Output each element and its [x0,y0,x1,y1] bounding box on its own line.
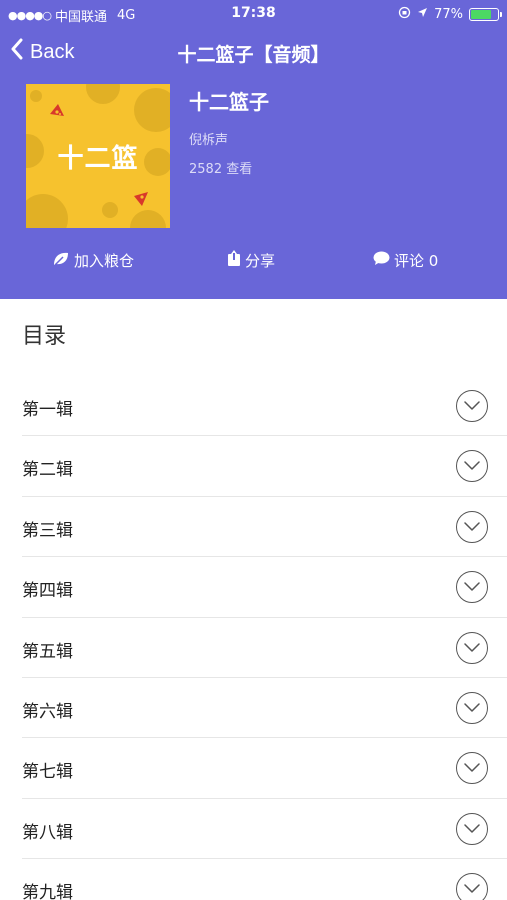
cover-decoration [30,90,42,102]
back-label: Back [30,40,75,63]
navigation-bar: Back 十二篮子【音频】 [0,28,507,76]
catalog-item-label: 第一辑 [22,400,73,420]
expand-chevron-icon[interactable] [456,571,488,604]
cheese-slice-icon [50,104,64,116]
battery-level [471,10,492,19]
status-bar: ●●●●○ 中国联通 4G 17:38 77% [0,0,507,28]
view-count: 2582 查看 [189,162,253,177]
catalog-list: 第一辑第二辑第三辑第四辑第五辑第六辑第七辑第八辑第九辑 [22,376,507,900]
catalog-item-label: 第四辑 [22,581,73,602]
catalog-item-label: 第九辑 [22,883,73,900]
catalog-item-label: 第六辑 [22,701,73,722]
expand-chevron-icon[interactable] [456,873,488,900]
catalog-item[interactable]: 第一辑 [22,376,507,437]
cheese-slice-icon [134,192,148,206]
album-author: 倪柝声 [189,133,229,148]
status-right: 77% [398,6,502,23]
catalog-item-label: 第八辑 [22,822,73,843]
cover-title: 十二篮 [57,144,139,174]
add-to-granary-button[interactable]: 加入粮仓 [52,250,134,271]
catalog-item[interactable]: 第三辑 [22,497,507,558]
action-bar: 加入粮仓 分享 评论 0 [0,250,507,286]
comment-label: 评论 0 [394,252,439,270]
rotation-lock-icon [398,6,411,23]
chevron-left-icon [10,38,24,66]
cover-decoration [130,210,166,228]
catalog-item-label: 第五辑 [22,641,73,662]
expand-chevron-icon[interactable] [456,450,488,483]
comment-bubble-icon [373,251,390,270]
expand-chevron-icon[interactable] [456,812,488,845]
share-label: 分享 [245,252,276,270]
comment-button[interactable]: 评论 0 [373,250,438,271]
expand-chevron-icon[interactable] [456,390,488,422]
catalog-item[interactable]: 第七辑 [22,738,507,799]
expand-chevron-icon[interactable] [456,631,488,664]
album-cover: 十二篮 [26,84,170,228]
page-title: 十二篮子【音频】 [177,44,330,66]
catalog-item-label: 第二辑 [22,460,73,481]
catalog-title: 目录 [22,324,67,349]
catalog-item-label: 第七辑 [22,762,73,783]
album-header: ●●●●○ 中国联通 4G 17:38 77% Back 十二篮子【音频】 十二… [0,0,507,299]
cover-decoration [102,202,118,218]
cover-decoration [134,88,170,132]
expand-chevron-icon[interactable] [456,510,488,543]
cover-decoration [86,84,120,104]
back-button[interactable]: Back [10,38,74,66]
battery-icon [469,8,502,21]
expand-chevron-icon[interactable] [456,752,488,785]
catalog-item[interactable]: 第五辑 [22,618,507,678]
battery-percent: 77% [434,7,463,22]
catalog-item[interactable]: 第九辑 [22,859,507,900]
cover-decoration [26,194,68,228]
share-icon [227,250,241,271]
catalog-item[interactable]: 第四辑 [22,557,507,618]
album-info: 十二篮子 倪柝声 2582 查看 [189,86,489,177]
catalog-item[interactable]: 第六辑 [22,678,507,739]
album-title: 十二篮子 [189,90,269,114]
location-arrow-icon [417,7,428,22]
catalog-item[interactable]: 第八辑 [22,799,507,860]
expand-chevron-icon[interactable] [456,691,488,724]
catalog-item-label: 第三辑 [22,520,73,541]
share-button[interactable]: 分享 [227,250,275,271]
catalog-item[interactable]: 第二辑 [22,436,507,497]
add-to-granary-label: 加入粮仓 [74,252,135,270]
leaf-icon [52,251,70,271]
